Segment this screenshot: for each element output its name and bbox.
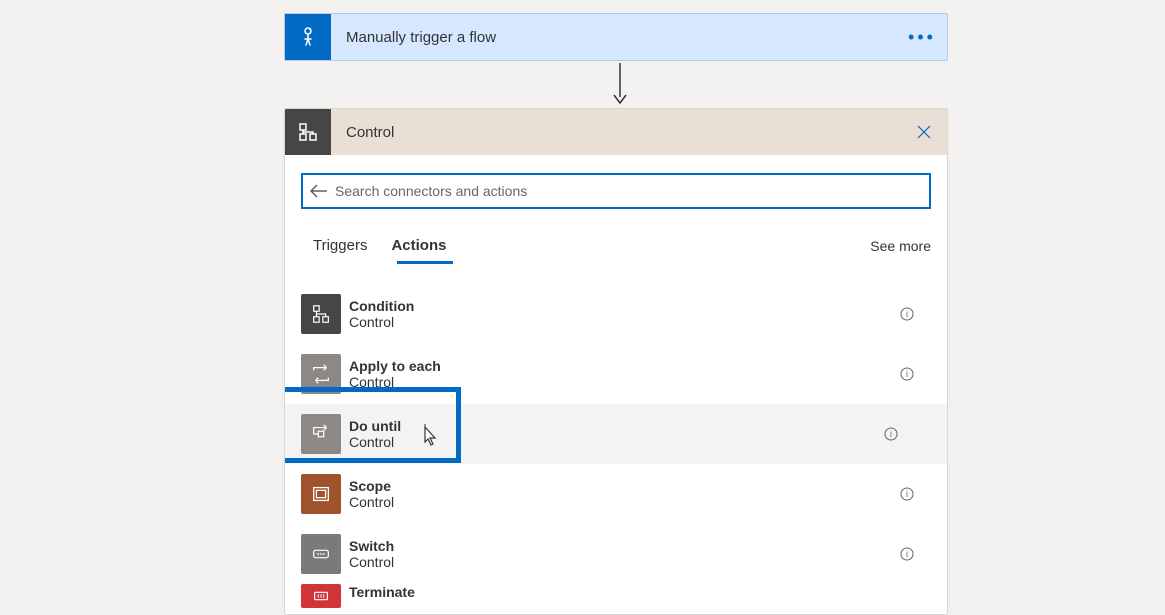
control-connector-icon xyxy=(285,109,331,155)
action-name: Condition xyxy=(349,298,414,314)
action-name: Terminate xyxy=(349,584,415,600)
do-until-icon xyxy=(301,414,341,454)
action-sub: Control xyxy=(349,314,414,330)
action-sub: Control xyxy=(349,554,394,570)
action-text: Condition Control xyxy=(349,298,414,330)
terminate-icon xyxy=(301,584,341,608)
action-picker: Control Triggers Actions See more xyxy=(284,108,948,615)
picker-title: Control xyxy=(331,109,901,155)
close-button[interactable] xyxy=(901,109,947,155)
picker-header: Control xyxy=(285,109,947,155)
info-icon[interactable]: i xyxy=(899,306,915,322)
svg-text:i: i xyxy=(906,309,908,319)
action-do-until[interactable]: Do until Control i xyxy=(285,404,947,464)
action-sub: Control xyxy=(349,434,401,450)
action-sub: Control xyxy=(349,494,394,510)
action-name: Switch xyxy=(349,538,394,554)
manual-trigger-icon xyxy=(285,14,331,60)
action-apply-to-each[interactable]: Apply to each Control i xyxy=(285,344,947,404)
svg-text:i: i xyxy=(890,429,892,439)
action-text: Terminate xyxy=(349,584,415,600)
see-more-link[interactable]: See more xyxy=(870,238,931,254)
switch-icon xyxy=(301,534,341,574)
info-icon[interactable]: i xyxy=(883,426,899,442)
action-condition[interactable]: Condition Control i xyxy=(285,284,947,344)
action-name: Scope xyxy=(349,478,394,494)
search-input[interactable] xyxy=(335,175,929,207)
condition-icon xyxy=(301,294,341,334)
tab-triggers[interactable]: Triggers xyxy=(301,229,379,262)
info-icon[interactable]: i xyxy=(899,546,915,562)
action-name: Apply to each xyxy=(349,358,441,374)
cursor-pointer-icon xyxy=(418,424,440,455)
connector-arrow-icon xyxy=(610,63,630,112)
trigger-more-button[interactable]: ••• xyxy=(897,14,947,60)
trigger-card[interactable]: Manually trigger a flow ••• xyxy=(284,13,948,61)
svg-text:i: i xyxy=(906,549,908,559)
action-terminate[interactable]: Terminate xyxy=(285,584,947,614)
action-text: Scope Control xyxy=(349,478,394,510)
svg-text:i: i xyxy=(906,489,908,499)
apply-to-each-icon xyxy=(301,354,341,394)
trigger-title: Manually trigger a flow xyxy=(331,14,897,60)
actions-list: Condition Control i Apply to each Contro… xyxy=(285,284,947,614)
info-icon[interactable]: i xyxy=(899,366,915,382)
close-icon xyxy=(917,125,931,139)
info-icon[interactable]: i xyxy=(899,486,915,502)
back-arrow-icon[interactable] xyxy=(303,184,335,198)
action-text: Switch Control xyxy=(349,538,394,570)
action-name: Do until xyxy=(349,418,401,434)
tabs-row: Triggers Actions See more xyxy=(285,209,947,262)
tab-actions[interactable]: Actions xyxy=(379,229,458,262)
tab-underline xyxy=(397,261,453,264)
search-box[interactable] xyxy=(301,173,931,209)
action-text: Apply to each Control xyxy=(349,358,441,390)
svg-text:i: i xyxy=(906,369,908,379)
scope-icon xyxy=(301,474,341,514)
action-text: Do until Control xyxy=(349,418,401,450)
action-scope[interactable]: Scope Control i xyxy=(285,464,947,524)
action-sub: Control xyxy=(349,374,441,390)
action-switch[interactable]: Switch Control i xyxy=(285,524,947,584)
flow-designer-canvas: Manually trigger a flow ••• Control xyxy=(0,0,1165,605)
